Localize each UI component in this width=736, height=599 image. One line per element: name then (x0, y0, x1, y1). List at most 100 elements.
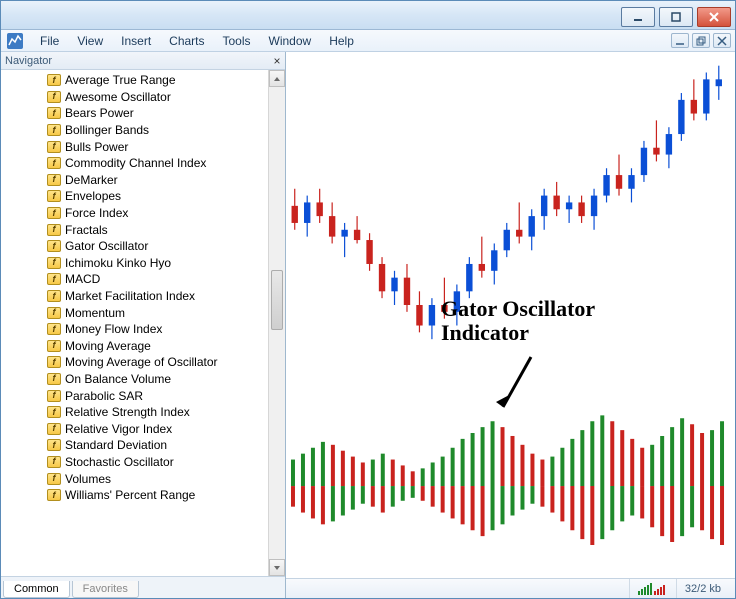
indicator-item[interactable]: Moving Average (7, 338, 268, 355)
indicator-label: Envelopes (65, 189, 121, 203)
connection-status-label: 32/2 kb (676, 579, 729, 598)
mdi-restore-button[interactable] (692, 33, 710, 48)
navigator-tabs: Common Favorites (1, 576, 285, 598)
app-logo-icon (5, 31, 25, 51)
indicator-item[interactable]: Money Flow Index (7, 321, 268, 338)
indicator-item[interactable]: Bears Power (7, 105, 268, 122)
indicator-item[interactable]: Commodity Channel Index (7, 155, 268, 172)
indicator-label: Commodity Channel Index (65, 156, 206, 170)
menubar: FileViewInsertChartsToolsWindowHelp (1, 30, 735, 52)
navigator-tree[interactable]: Average True Range Awesome OscillatorBear… (1, 70, 268, 576)
indicator-label: Standard Deviation (65, 438, 167, 452)
indicator-item[interactable]: Stochastic Oscillator (7, 454, 268, 471)
indicator-label: Moving Average (65, 339, 151, 353)
menu-file[interactable]: File (31, 32, 68, 50)
indicator-label: MACD (65, 272, 100, 286)
indicator-label: Volumes (65, 472, 111, 486)
indicator-label: Money Flow Index (65, 322, 162, 336)
scroll-up-button[interactable] (269, 70, 285, 87)
indicator-icon (47, 107, 61, 119)
window-maximize-button[interactable] (659, 7, 693, 27)
mdi-minimize-button[interactable] (671, 33, 689, 48)
indicator-label: Bollinger Bands (65, 123, 149, 137)
indicator-icon (47, 307, 61, 319)
indicator-label: Ichimoku Kinko Hyo (65, 256, 171, 270)
indicator-icon (47, 157, 61, 169)
indicator-item[interactable]: Relative Vigor Index (7, 420, 268, 437)
menu-window[interactable]: Window (260, 32, 321, 50)
indicator-icon (47, 190, 61, 202)
annotation-line1: Gator Oscillator (441, 297, 595, 321)
indicator-item[interactable]: Market Facilitation Index (7, 288, 268, 305)
indicator-label: Gator Oscillator (65, 239, 148, 253)
app-window: FileViewInsertChartsToolsWindowHelp Navi… (0, 0, 736, 599)
indicator-item[interactable]: On Balance Volume (7, 371, 268, 388)
indicator-item[interactable]: Fractals (7, 221, 268, 238)
indicator-icon (47, 439, 61, 451)
indicator-icon (47, 124, 61, 136)
indicator-item[interactable]: Momentum (7, 304, 268, 321)
annotation-line2: Indicator (441, 321, 595, 345)
menu-help[interactable]: Help (320, 32, 363, 50)
indicator-label: Stochastic Oscillator (65, 455, 174, 469)
menu-view[interactable]: View (68, 32, 112, 50)
indicator-label: On Balance Volume (65, 372, 171, 386)
indicator-icon (47, 489, 61, 501)
menu-tools[interactable]: Tools (214, 32, 260, 50)
window-close-button[interactable] (697, 7, 731, 27)
indicator-icon (47, 373, 61, 385)
titlebar (1, 1, 735, 30)
menu-charts[interactable]: Charts (160, 32, 213, 50)
indicator-item[interactable]: Force Index (7, 205, 268, 222)
indicator-item[interactable]: Envelopes (7, 188, 268, 205)
indicator-label: Average True Range (65, 73, 176, 87)
tab-favorites[interactable]: Favorites (72, 581, 139, 598)
indicator-label: Relative Vigor Index (65, 422, 172, 436)
menu-insert[interactable]: Insert (112, 32, 160, 50)
indicator-icon (47, 406, 61, 418)
content-area: Navigator × Average True Range Awesome Os… (1, 52, 735, 598)
indicator-label: DeMarker (65, 173, 118, 187)
indicator-item[interactable]: Gator Oscillator (7, 238, 268, 255)
indicator-icon (47, 273, 61, 285)
navigator-title-bar: Navigator × (1, 52, 285, 70)
navigator-title-label: Navigator (5, 55, 52, 67)
indicator-label: Moving Average of Oscillator (65, 355, 218, 369)
window-minimize-button[interactable] (621, 7, 655, 27)
indicator-icon (47, 456, 61, 468)
indicator-item[interactable]: Parabolic SAR (7, 387, 268, 404)
indicator-icon (47, 224, 61, 236)
indicator-item[interactable]: Bulls Power (7, 138, 268, 155)
navigator-close-button[interactable]: × (269, 54, 285, 68)
indicator-icon (47, 356, 61, 368)
indicator-item[interactable]: MACD (7, 271, 268, 288)
indicator-item[interactable]: Average True Range (7, 72, 268, 89)
indicator-label: Relative Strength Index (65, 405, 190, 419)
navigator-scrollbar[interactable] (268, 70, 285, 576)
indicator-item[interactable]: Moving Average of Oscillator (7, 354, 268, 371)
indicator-item[interactable]: Awesome Oscillator (7, 89, 268, 106)
scroll-thumb[interactable] (271, 270, 283, 330)
indicator-item[interactable]: Standard Deviation (7, 437, 268, 454)
indicator-item[interactable]: Ichimoku Kinko Hyo (7, 255, 268, 272)
mdi-close-button[interactable] (713, 33, 731, 48)
indicator-label: Bears Power (65, 106, 134, 120)
scroll-down-button[interactable] (269, 559, 285, 576)
indicator-item[interactable]: DeMarker (7, 172, 268, 189)
tab-common[interactable]: Common (3, 581, 70, 598)
indicator-icon (47, 207, 61, 219)
indicator-item[interactable]: Volumes (7, 470, 268, 487)
indicator-label: Parabolic SAR (65, 389, 143, 403)
annotation-arrow-icon (491, 352, 551, 422)
indicator-item[interactable]: Bollinger Bands (7, 122, 268, 139)
indicator-icon (47, 290, 61, 302)
indicator-label: Williams' Percent Range (65, 488, 195, 502)
indicator-icon (47, 423, 61, 435)
annotation-text: Gator Oscillator Indicator (441, 297, 595, 345)
indicator-label: Bulls Power (65, 140, 128, 154)
indicator-item[interactable]: Relative Strength Index (7, 404, 268, 421)
chart-canvas[interactable]: Gator Oscillator Indicator (286, 52, 735, 578)
indicator-icon (47, 91, 61, 103)
navigator-panel: Navigator × Average True Range Awesome Os… (1, 52, 286, 598)
indicator-item[interactable]: Williams' Percent Range (7, 487, 268, 504)
